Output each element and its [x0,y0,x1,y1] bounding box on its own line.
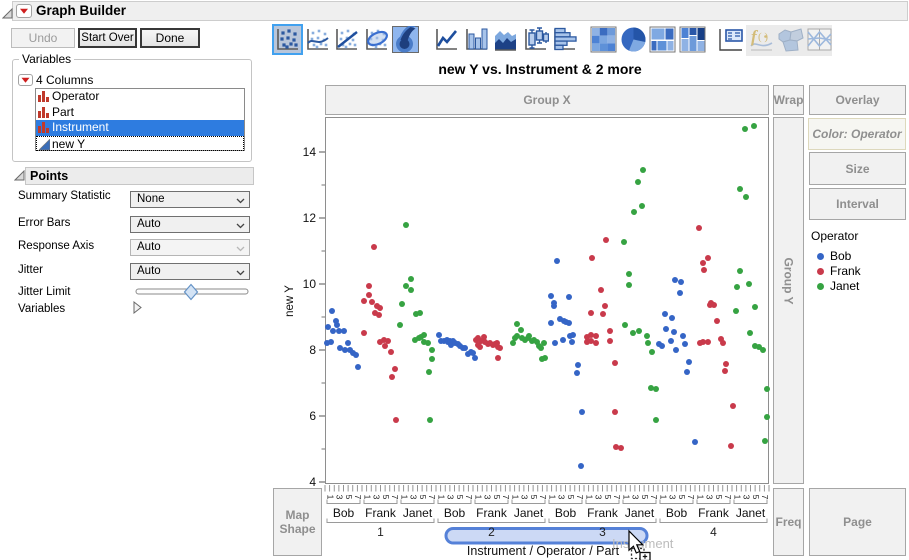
svg-text:Frank: Frank [365,506,397,520]
svg-text:3: 3 [483,495,493,500]
svg-text:1: 1 [547,495,557,500]
svg-text:3: 3 [520,495,530,500]
svg-text:7: 7 [427,495,437,500]
svg-text:Janet: Janet [625,506,655,520]
svg-text:3: 3 [668,495,678,500]
svg-text:6: 6 [309,409,316,423]
svg-text:3: 3 [409,495,419,500]
svg-text:1: 1 [510,495,520,500]
svg-text:3: 3 [335,495,345,500]
svg-text:Janet: Janet [403,506,433,520]
svg-text:8: 8 [309,343,316,357]
svg-text:7: 7 [612,495,622,500]
svg-text:5: 5 [344,495,354,500]
svg-text:10: 10 [303,277,317,291]
svg-text:Bob: Bob [666,506,688,520]
svg-text:12: 12 [303,211,317,225]
svg-text:5: 5 [640,495,650,500]
svg-text:1: 1 [732,495,742,500]
svg-text:1: 1 [621,495,631,500]
svg-text:3: 3 [705,495,715,500]
svg-text:7: 7 [464,495,474,500]
svg-text:Bob: Bob [444,506,466,520]
svg-text:3: 3 [557,495,567,500]
svg-text:4: 4 [309,475,316,489]
svg-text:5: 5 [455,495,465,500]
svg-text:5: 5 [492,495,502,500]
svg-text:1: 1 [377,525,384,539]
svg-text:1: 1 [473,495,483,500]
svg-text:7: 7 [538,495,548,500]
svg-text:1: 1 [325,495,335,500]
svg-text:5: 5 [714,495,724,500]
svg-text:3: 3 [631,495,641,500]
svg-text:7: 7 [686,495,696,500]
svg-text:7: 7 [575,495,585,500]
svg-text:Bob: Bob [555,506,577,520]
svg-text:7: 7 [390,495,400,500]
svg-text:3: 3 [446,495,456,500]
svg-text:3: 3 [742,495,752,500]
svg-text:5: 5 [381,495,391,500]
svg-text:5: 5 [603,495,613,500]
svg-text:1: 1 [695,495,705,500]
svg-text:3: 3 [594,495,604,500]
svg-text:7: 7 [723,495,733,500]
svg-text:3: 3 [372,495,382,500]
svg-text:Frank: Frank [476,506,508,520]
svg-text:1: 1 [658,495,668,500]
svg-text:1: 1 [584,495,594,500]
svg-text:Instrument: Instrument [612,536,674,551]
svg-text:5: 5 [566,495,576,500]
svg-text:4: 4 [710,525,717,539]
svg-text:5: 5 [677,495,687,500]
svg-text:1: 1 [362,495,372,500]
svg-text:Instrument / Operator / Part: Instrument / Operator / Part [467,544,620,558]
svg-text:5: 5 [751,495,761,500]
svg-text:Bob: Bob [333,506,355,520]
svg-text:2: 2 [488,525,495,539]
svg-text:Frank: Frank [587,506,619,520]
svg-text:7: 7 [501,495,511,500]
svg-text:5: 5 [529,495,539,500]
svg-text:1: 1 [399,495,409,500]
svg-text:Janet: Janet [514,506,544,520]
svg-text:7: 7 [649,495,659,500]
svg-text:7: 7 [760,495,770,500]
svg-text:3: 3 [599,525,606,539]
svg-text:14: 14 [303,145,317,159]
svg-text:5: 5 [418,495,428,500]
svg-text:1: 1 [436,495,446,500]
svg-text:7: 7 [353,495,363,500]
svg-text:new Y: new Y [284,285,296,317]
svg-text:Janet: Janet [736,506,766,520]
svg-text:Frank: Frank [698,506,730,520]
